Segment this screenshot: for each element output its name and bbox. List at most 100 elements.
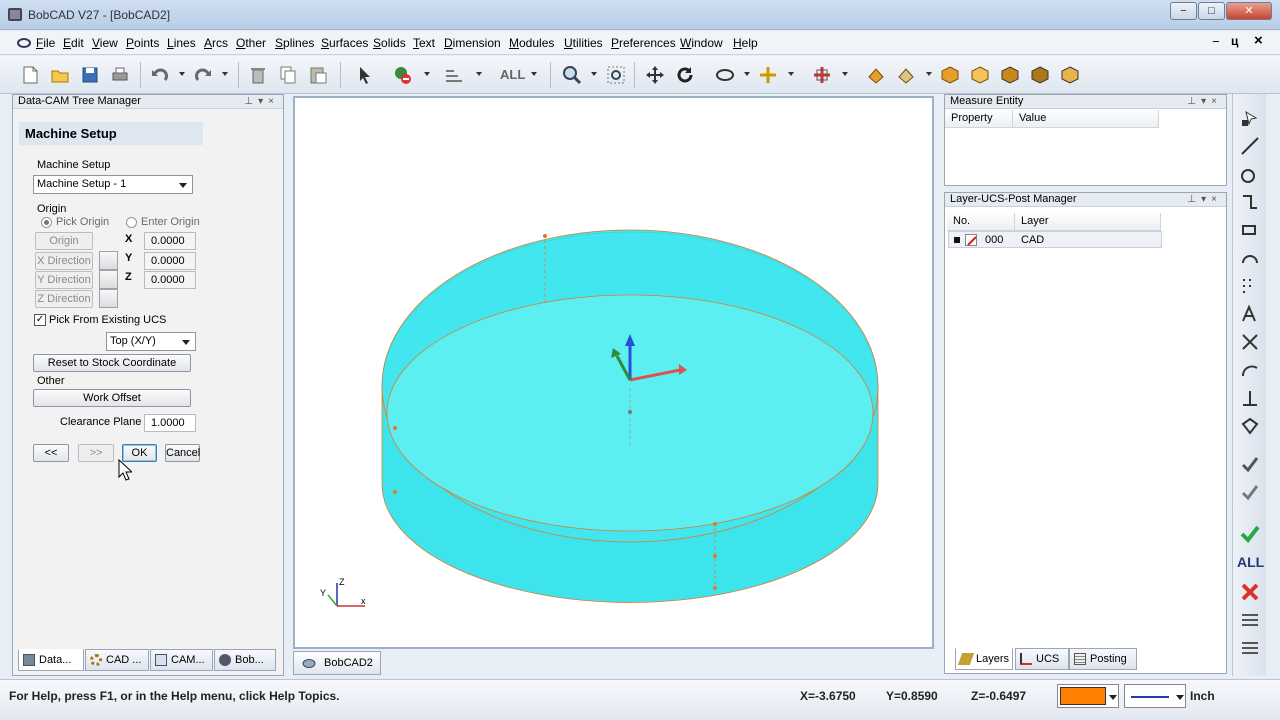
clearance-plane-input[interactable]: 1.0000 [144, 414, 196, 432]
pick-z-icon[interactable] [99, 289, 118, 308]
new-file-icon[interactable] [20, 65, 40, 85]
zoom-window-icon[interactable] [606, 65, 626, 85]
menu-preferences[interactable]: Preferences [611, 36, 676, 50]
custom-view-icon[interactable] [1060, 65, 1080, 85]
tab-posting[interactable]: Posting [1069, 648, 1137, 670]
menu-utilities[interactable]: Utilities [564, 36, 603, 50]
pick-origin-radio[interactable] [41, 217, 52, 228]
clear-all-icon[interactable] [1240, 582, 1260, 602]
menu-dimension[interactable]: Dimension [444, 36, 501, 50]
all-snaps-button[interactable]: ALL [1237, 554, 1264, 570]
pick-existing-ucs-checkbox[interactable]: ✓ [34, 314, 46, 326]
check-all-icon[interactable] [1240, 524, 1260, 544]
line-style-picker[interactable] [1124, 684, 1186, 708]
select-pointer-icon[interactable] [355, 65, 375, 85]
x-value[interactable]: 0.0000 [144, 232, 196, 250]
grid-icon[interactable] [812, 65, 832, 85]
app-menu-icon[interactable] [17, 37, 31, 49]
snap-mid-icon[interactable] [1240, 220, 1260, 240]
shade-dropdown-icon[interactable] [926, 72, 932, 76]
tab-bob[interactable]: Bob... [214, 649, 276, 671]
vertex-point[interactable] [543, 234, 547, 238]
redo-dropdown-icon[interactable] [222, 72, 228, 76]
menu-points[interactable]: Points [126, 36, 159, 50]
view-dropdown-icon[interactable] [744, 72, 750, 76]
menu-surfaces[interactable]: Surfaces [321, 36, 368, 50]
y-value[interactable]: 0.0000 [144, 252, 196, 270]
origin-button[interactable]: Origin [35, 232, 93, 250]
zoom-dropdown-icon[interactable] [591, 72, 597, 76]
view-orientation-icon[interactable] [715, 65, 735, 85]
minimize-button[interactable]: − [1170, 2, 1197, 20]
snap-end-icon[interactable] [1240, 192, 1260, 212]
machine-setup-select[interactable]: Machine Setup - 1 [33, 175, 193, 194]
vertex-point[interactable] [713, 586, 717, 590]
menu-window[interactable]: Window [680, 36, 723, 50]
document-tab[interactable]: BobCAD2 [293, 651, 381, 675]
select-all-dropdown-icon[interactable] [531, 72, 537, 76]
shade-wire-icon[interactable] [896, 65, 916, 85]
graphics-viewport[interactable]: x Z Y [293, 96, 934, 649]
delete-icon[interactable] [248, 65, 268, 85]
maximize-button[interactable]: □ [1198, 2, 1225, 20]
open-folder-icon[interactable] [50, 65, 70, 85]
menu-solids[interactable]: Solids [373, 36, 406, 50]
iso-view-icon[interactable] [940, 65, 960, 85]
zoom-icon[interactable] [562, 65, 582, 85]
tab-data[interactable]: Data... [18, 649, 84, 671]
print-icon[interactable] [110, 65, 130, 85]
snap-grid-icon[interactable] [1240, 276, 1260, 296]
cancel-button[interactable]: Cancel [165, 444, 200, 462]
column-header[interactable]: Value [1013, 110, 1159, 128]
snap-text-icon[interactable] [1240, 304, 1260, 324]
panel-pin-icon[interactable]: ⊥▾× [1187, 95, 1222, 108]
close-button[interactable]: ✕ [1226, 2, 1272, 20]
menu-arcs[interactable]: Arcs [204, 36, 228, 50]
menu-splines[interactable]: Splines [275, 36, 314, 50]
pan-icon[interactable] [645, 65, 665, 85]
panel-pin-icon[interactable]: ⊥▾× [1187, 193, 1222, 206]
add-remove-dropdown-icon[interactable] [424, 72, 430, 76]
snap-perpendicular-icon[interactable] [1240, 388, 1260, 408]
pick-y-icon[interactable] [99, 270, 118, 289]
redo-icon[interactable] [193, 65, 213, 85]
layer-color-icon[interactable] [965, 234, 977, 246]
pick-x-icon[interactable] [99, 251, 118, 270]
snap-point-icon[interactable] [1240, 108, 1260, 128]
enter-origin-radio[interactable] [126, 217, 137, 228]
next-button[interactable]: >> [78, 444, 114, 462]
grid-dropdown-icon[interactable] [842, 72, 848, 76]
panel-pin-icon[interactable]: ⊥▾× [244, 95, 279, 108]
select-all-button[interactable]: ALL [500, 67, 525, 82]
menu-view[interactable]: View [92, 36, 118, 50]
y-direction-button[interactable]: Y Direction [35, 271, 93, 289]
vertex-point[interactable] [393, 426, 397, 430]
add-remove-icon[interactable] [393, 65, 413, 85]
z-direction-button[interactable]: Z Direction [35, 290, 93, 308]
vertex-point[interactable] [628, 410, 632, 414]
save-icon[interactable] [80, 65, 100, 85]
mdi-minimize-button[interactable]: − [1212, 34, 1220, 49]
snap-line-icon[interactable] [1240, 136, 1260, 156]
snap-off-icon[interactable] [1240, 482, 1260, 502]
mdi-restore-button[interactable]: ц [1231, 34, 1238, 48]
work-offset-button[interactable]: Work Offset [33, 389, 191, 407]
reset-stock-coordinate-button[interactable]: Reset to Stock Coordinate [33, 354, 191, 372]
menu-file[interactable]: File [36, 36, 55, 50]
vertex-point[interactable] [713, 554, 717, 558]
filter-dropdown-icon[interactable] [476, 72, 482, 76]
right-view-icon[interactable] [1030, 65, 1050, 85]
list-icon[interactable] [1240, 610, 1260, 630]
copy-icon[interactable] [278, 65, 298, 85]
z-value[interactable]: 0.0000 [144, 271, 196, 289]
undo-dropdown-icon[interactable] [179, 72, 185, 76]
tab-layers[interactable]: Layers [955, 648, 1013, 670]
snap-surface-icon[interactable] [1240, 416, 1260, 436]
rotate-view-icon[interactable] [675, 65, 695, 85]
table-row[interactable]: 000 CAD [948, 231, 1162, 248]
column-header[interactable]: Layer [1015, 213, 1161, 231]
menu-text[interactable]: Text [413, 36, 435, 50]
menu-other[interactable]: Other [236, 36, 266, 50]
x-direction-button[interactable]: X Direction [35, 252, 93, 270]
vertex-point[interactable] [393, 490, 397, 494]
